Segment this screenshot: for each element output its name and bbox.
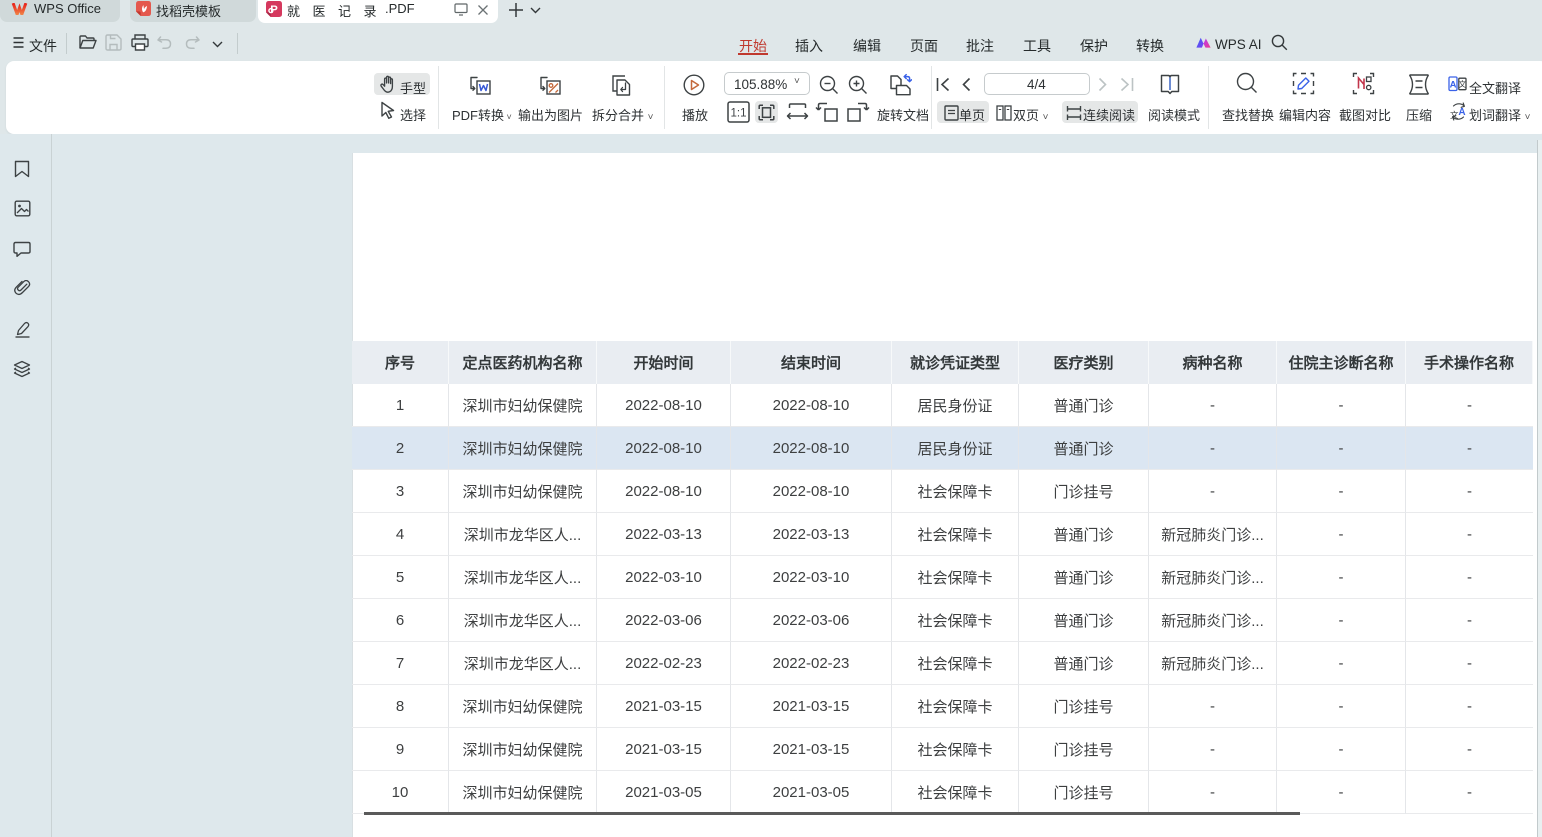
svg-text:文: 文 — [1458, 79, 1466, 89]
svg-text:P: P — [270, 4, 278, 16]
svg-text:文: 文 — [1450, 110, 1459, 120]
svg-text:A: A — [1450, 80, 1457, 91]
svg-text:A: A — [1458, 107, 1465, 118]
svg-text:1:1: 1:1 — [731, 108, 747, 120]
